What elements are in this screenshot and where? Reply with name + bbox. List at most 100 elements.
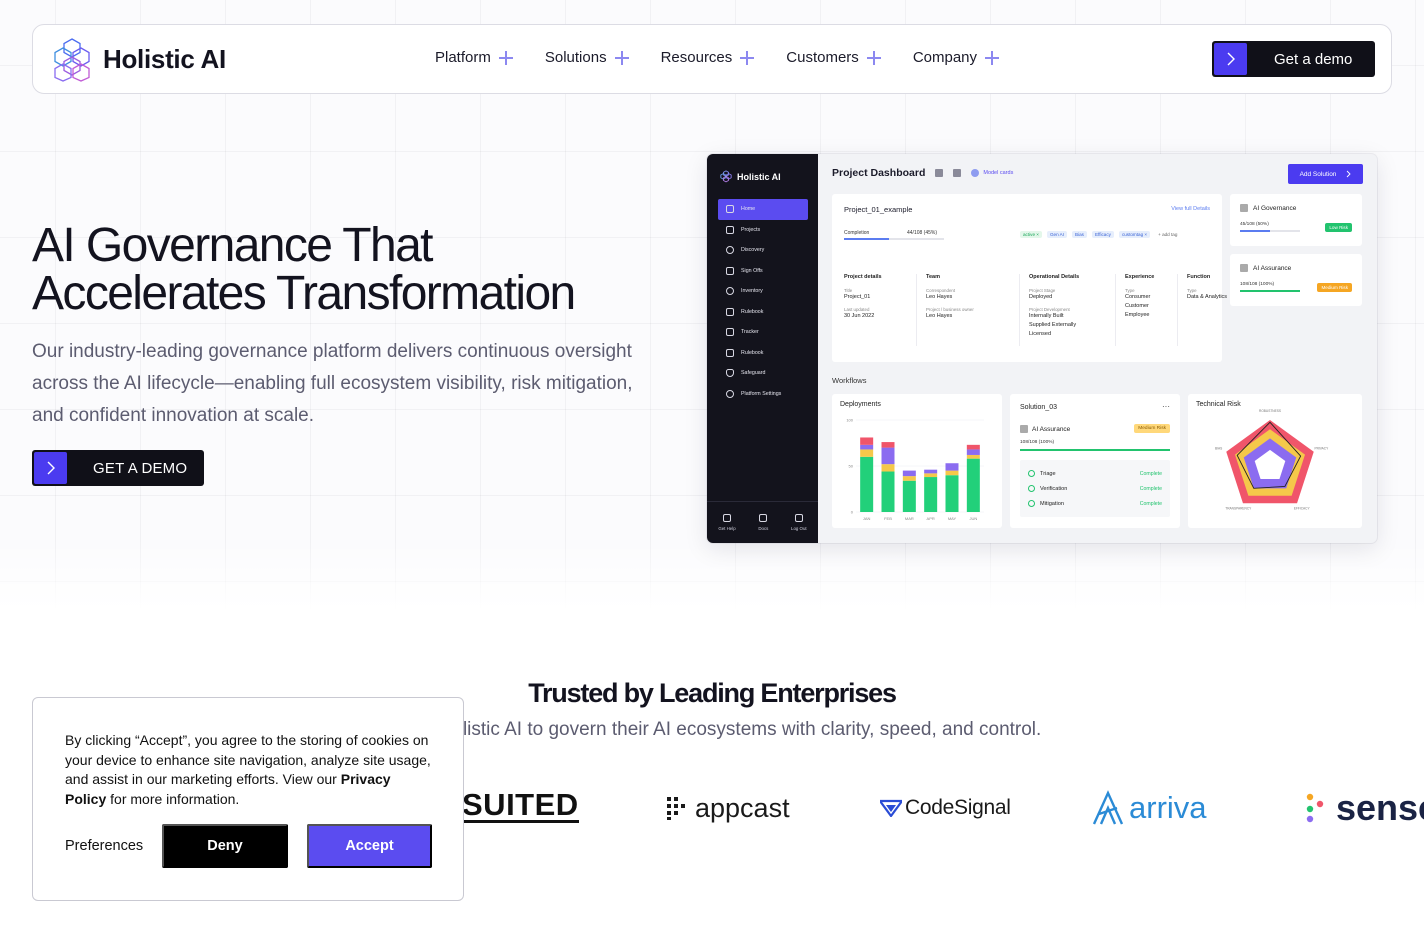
ai-governance-heading: AI Governance [1240,204,1296,212]
check-circle-icon [1028,470,1035,477]
tag[interactable]: active × [1020,231,1042,238]
ai-assurance-bar-fill [1240,290,1300,292]
preferences-button[interactable]: Preferences [65,838,143,854]
add-tag[interactable]: + add tag [1155,231,1180,238]
ai-governance-card[interactable]: AI Governance 45/108 (50%) Low Risk [1230,194,1362,246]
get-demo-button[interactable]: Get a demo [1212,41,1375,77]
team-col: Team Correspondent Leo Hayes Project / b… [926,274,1020,346]
view-details-link[interactable]: View full Details [1171,206,1210,212]
help-icon [722,514,731,522]
plus-icon [498,50,513,65]
dash-logout[interactable]: Log Out [791,514,807,531]
dash-nav-projects[interactable]: Projects [718,220,808,241]
bar-segment [945,470,959,476]
dash-nav-label: Projects [741,226,761,233]
brand[interactable]: Holistic AI [49,36,226,82]
solution-assurance-label: AI Assurance [1032,425,1071,433]
check-circle-icon [1028,485,1035,492]
y-tick-label: 50 [849,464,854,469]
field-value: Deployed [1029,294,1053,300]
bar-segment [860,444,874,450]
dash-nav-label: Discovery [741,247,765,254]
field-value: Project_01 [844,294,871,300]
solution-assurance-value: 108/108 (100%) [1020,440,1055,445]
add-solution-button[interactable]: Add Solution [1288,164,1363,184]
step-row: Triage Complete [1028,466,1162,481]
project-name: Project_01_example [844,205,913,214]
book-icon [726,307,734,316]
tag[interactable]: Efficacy [1091,231,1114,238]
menu-company[interactable]: Company [913,49,1000,66]
project-card: Project_01_example View full Details Com… [832,194,1227,362]
menu-platform[interactable]: Platform [435,49,513,66]
field-value: Consumer [1125,294,1151,300]
col-heading: Operational Details [1029,274,1080,280]
dash-nav-label: Rulebook [741,308,764,315]
trash-icon[interactable] [953,169,962,177]
accept-button[interactable]: Accept [307,824,432,868]
dash-nav-home[interactable]: Home [718,199,808,220]
dash-nav-rulebook-2[interactable]: Rulebook [718,343,808,364]
solution-assurance-bar [1020,449,1170,451]
dashboard-preview: Holistic AI Home Projects Discovery Sign… [707,154,1377,543]
dash-nav-settings[interactable]: Platform Settings [718,384,808,405]
dash-brand: Holistic AI [719,170,781,184]
tag[interactable]: Gen AI [1046,231,1068,238]
dash-nav-label: Platform Settings [741,390,782,397]
dash-sidebar-footer: Get Help Docs Log Out [707,501,818,543]
link-icon [726,287,734,296]
deny-button[interactable]: Deny [162,824,288,868]
project-tags: active × Gen AI Bias Efficacy customtag … [1020,231,1180,238]
hero-get-demo-button[interactable]: GET A DEMO [32,450,204,486]
bar-segment [881,442,895,448]
bar-segment [945,463,959,471]
tag[interactable]: customtag × [1118,231,1151,238]
dash-nav-safeguard[interactable]: Safeguard [718,363,808,384]
dash-get-help[interactable]: Get Help [718,514,736,531]
tag[interactable]: Bias [1072,231,1087,238]
shield-icon [726,369,734,378]
main-menu: Platform Solutions Resources Customers C… [435,49,1000,66]
dash-nav-rulebook[interactable]: Rulebook [718,302,808,323]
dash-nav-signoffs[interactable]: Sign Offs [718,261,808,282]
field-value: Employee [1125,312,1150,318]
dash-sidebar-nav: Home Projects Discovery Sign Offs Invent… [718,199,808,404]
ai-governance-bar [1240,230,1300,232]
menu-resources[interactable]: Resources [661,49,755,66]
dash-nav-tracker[interactable]: Tracker [718,322,808,343]
bar-segment [924,469,938,474]
bar-segment [881,447,895,465]
menu-customers[interactable]: Customers [786,49,881,66]
dash-docs[interactable]: Docs [758,514,768,531]
dash-brand-name: Holistic AI [737,172,781,182]
col-heading: Team [926,274,940,280]
customer-logos: SUITED appcast CodeSignal arriva sens [462,780,1424,836]
step-status: Complete [1139,500,1162,507]
model-cards-link[interactable]: Model cards [971,169,1013,177]
solution-card[interactable]: Solution_03 ··· AI Assurance Medium Risk… [1010,394,1180,528]
project-columns: Project details Title Project_01 Last up… [844,274,1256,346]
bar-segment [902,476,916,481]
logout-icon [794,514,803,522]
menu-solutions[interactable]: Solutions [545,49,629,66]
logo-text: SUITED [462,787,579,822]
bar-segment [902,470,916,477]
deployments-card: Deployments 100 50 0 JAN FEB MAR APR MAY JUN [832,394,1002,528]
more-icon[interactable]: ··· [1162,402,1170,411]
archive-icon[interactable] [935,169,944,177]
hero-get-demo-label: GET A DEMO [93,459,188,477]
bar-segment [860,449,874,457]
field-value: Supplied Externally [1029,322,1077,328]
dash-nav-inventory[interactable]: Inventory [718,281,808,302]
completion-bar [844,238,944,240]
solution-title: Solution_03 [1020,404,1057,411]
bar-segment [881,464,895,472]
technical-risk-radar: ROBUSTNESS PRIVACY EFFICACY TRANSPARENCY BIA… [1215,409,1329,511]
chevron-right-icon [1214,43,1247,75]
bar-segment [860,456,874,512]
codesignal-mark-icon [880,799,902,817]
bar-segment [924,473,938,478]
dash-nav-discovery[interactable]: Discovery [718,240,808,261]
logo-text: CodeSignal [905,796,1011,819]
ai-assurance-card[interactable]: AI Assurance 108/108 (100%) Medium Risk [1230,254,1362,306]
